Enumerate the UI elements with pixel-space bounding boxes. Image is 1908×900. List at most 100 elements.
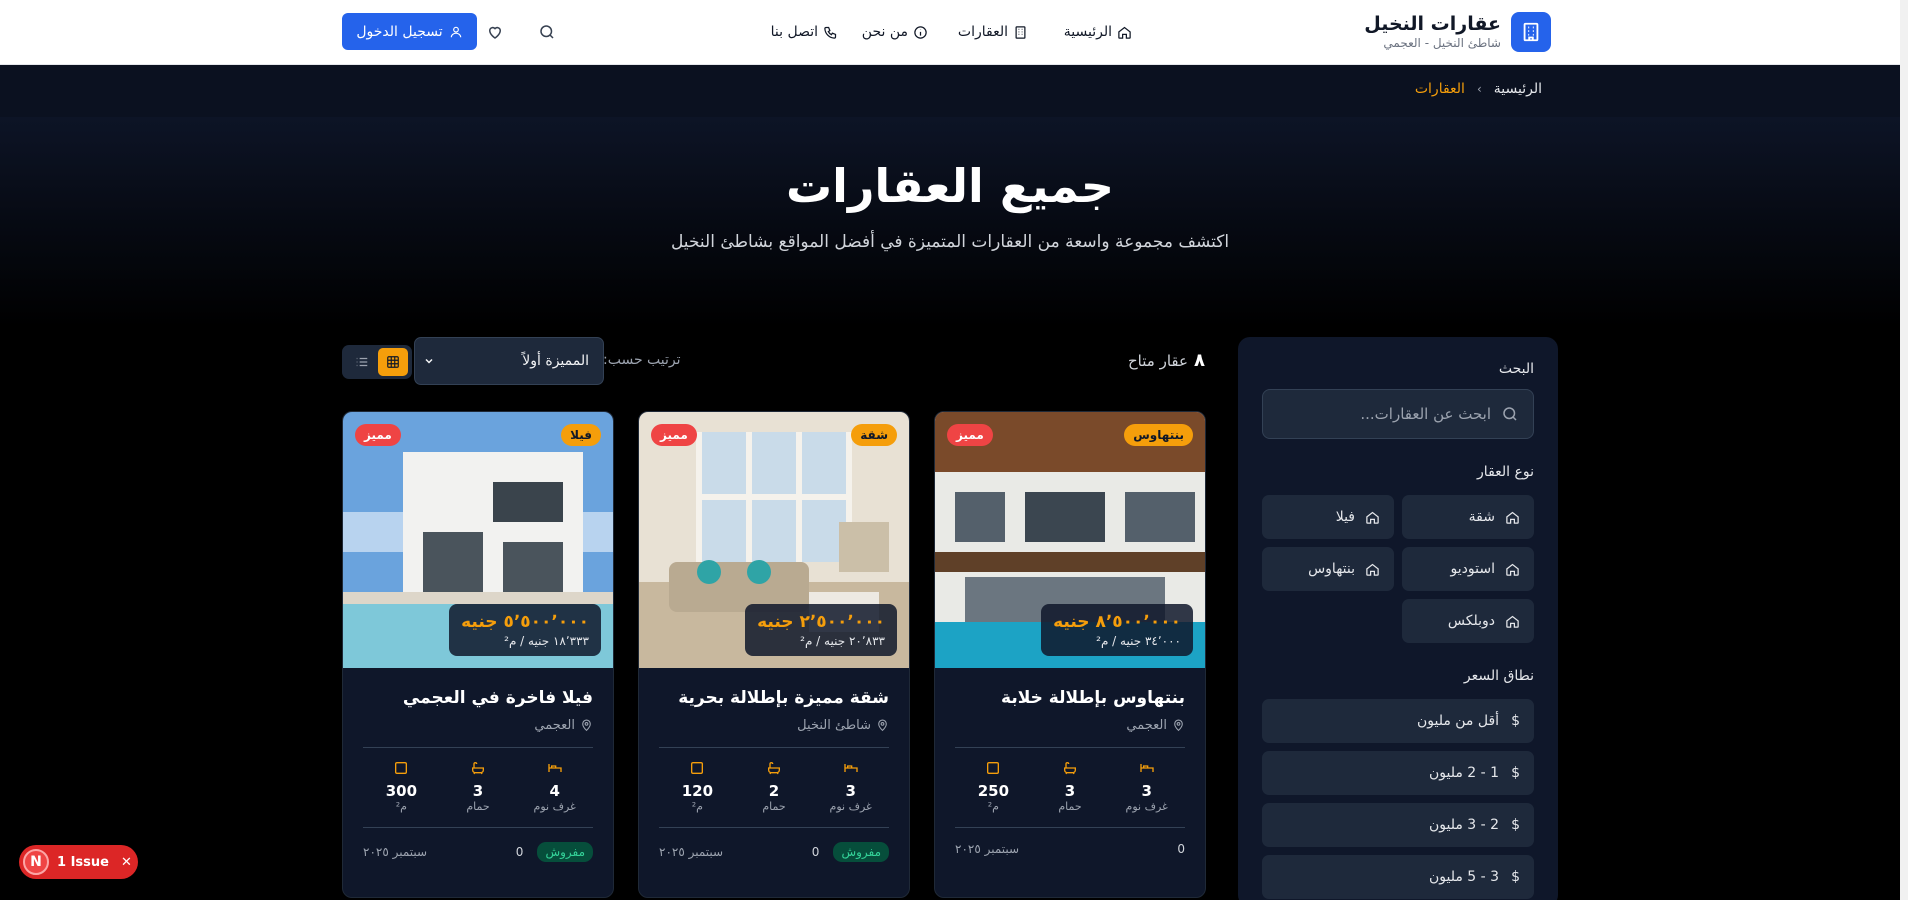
property-card[interactable]: شقة مميز ٢٬٥٠٠٬٠٠٠ جنيه ٢٠٬٨٣٣ جنيه / م²… xyxy=(638,411,910,898)
bathrooms-value: 3 xyxy=(1064,782,1076,800)
featured-badge: مميز xyxy=(355,424,401,446)
views-count: 0 xyxy=(1177,842,1185,856)
property-title[interactable]: بنتهاوس بإطلالة خلابة xyxy=(955,688,1185,708)
issue-logo: N xyxy=(23,849,49,875)
views-count: 0 xyxy=(515,845,524,859)
building-icon xyxy=(1511,12,1551,52)
type-apartment[interactable]: شقة xyxy=(1402,495,1534,539)
price-1-2m[interactable]: $ 1 - 2 مليون xyxy=(1262,751,1534,795)
type-duplex[interactable]: دوبلكس xyxy=(1402,599,1534,643)
card-footer: 0 سبتمبر ٢٠٢٥ xyxy=(955,827,1185,856)
user-icon xyxy=(450,26,461,37)
property-stats: 3 غرف نوم 3 حمام 250 م² xyxy=(955,760,1185,813)
property-card[interactable]: فيلا مميز ٥٬٥٠٠٬٠٠٠ جنيه ١٨٬٣٣٣ جنيه / م… xyxy=(342,411,614,898)
list-icon xyxy=(356,357,367,367)
sort-select[interactable]: المميزة أولاً xyxy=(414,337,604,385)
results-count: ٨ عقار متاح xyxy=(1128,350,1205,371)
home-icon xyxy=(1506,615,1519,628)
close-icon[interactable]: ✕ xyxy=(121,855,132,870)
bedrooms-label: غرف نوم xyxy=(1125,800,1168,813)
bedrooms-value: 4 xyxy=(549,782,560,800)
building-icon xyxy=(1015,25,1026,39)
property-card[interactable]: بنتهاوس مميز ٨٬٥٠٠٬٠٠٠ جنيه ٣٤٬٠٠٠ جنيه … xyxy=(934,411,1206,898)
breadcrumb-home[interactable]: الرئيسية xyxy=(1494,81,1542,97)
stat-bedrooms: 3 غرف نوم xyxy=(1112,760,1182,813)
type-label-text: شقة xyxy=(1468,509,1495,525)
page-subtitle: اكتشف مجموعة واسعة من العقارات المتميزة … xyxy=(670,232,1230,252)
property-title[interactable]: شقة مميزة بإطلالة بحرية xyxy=(659,688,889,708)
bedrooms-label: غرف نوم xyxy=(533,800,576,813)
nav-properties[interactable]: العقارات xyxy=(958,20,1028,44)
issue-indicator[interactable]: N 1 Issue ✕ xyxy=(19,845,138,879)
breadcrumb-bar: الرئيسية › العقارات xyxy=(0,65,1900,117)
type-label: نوع العقار xyxy=(1477,464,1534,480)
dollar-icon: $ xyxy=(1511,869,1520,885)
type-label-text: فيلا xyxy=(1335,509,1355,525)
search-input[interactable]: ابحث عن العقارات... xyxy=(1262,389,1534,439)
dollar-icon: $ xyxy=(1511,713,1520,729)
type-studio[interactable]: استوديو xyxy=(1402,547,1534,591)
map-pin-icon xyxy=(878,719,887,732)
property-image[interactable]: شقة مميز ٢٬٥٠٠٬٠٠٠ جنيه ٢٠٬٨٣٣ جنيه / م² xyxy=(639,412,909,668)
area-value: 300 xyxy=(385,782,418,800)
price-per-meter: ١٨٬٣٣٣ جنيه / م² xyxy=(504,634,589,648)
breadcrumb-current: العقارات xyxy=(1414,81,1465,97)
bathrooms-label: حمام xyxy=(1058,800,1082,813)
nav-contact[interactable]: اتصل بنا xyxy=(771,20,838,44)
page-title: جميع العقارات xyxy=(785,159,1115,213)
bedrooms-label: غرف نوم xyxy=(829,800,872,813)
bathrooms-value: 2 xyxy=(768,782,780,800)
area-label: م² xyxy=(395,800,407,813)
brand-name: عقارات النخيل xyxy=(1364,13,1501,35)
favorites-button[interactable] xyxy=(483,20,507,44)
price-per-meter: ٣٤٬٠٠٠ جنيه / م² xyxy=(1096,634,1181,648)
results-label: عقار متاح xyxy=(1128,351,1188,370)
chevron-left-icon: › xyxy=(1476,82,1482,96)
location-text: شاطئ النخيل xyxy=(797,718,871,733)
issue-label: 1 Issue xyxy=(57,854,109,870)
nav-home[interactable]: الرئيسية xyxy=(1064,20,1132,44)
map-pin-icon xyxy=(582,719,591,732)
property-image[interactable]: فيلا مميز ٥٬٥٠٠٬٠٠٠ جنيه ١٨٬٣٣٣ جنيه / م… xyxy=(343,412,613,668)
furnished-badge: مفروش xyxy=(537,842,593,862)
price-3-5m[interactable]: $ 3 - 5 مليون xyxy=(1262,855,1534,899)
bath-icon xyxy=(768,762,781,775)
furnished-badge: مفروش xyxy=(833,842,889,862)
property-location: العجمي xyxy=(955,718,1185,733)
dollar-icon: $ xyxy=(1511,765,1520,781)
bathrooms-label: حمام xyxy=(466,800,490,813)
nav-about[interactable]: من نحن xyxy=(862,20,928,44)
nav-properties-label: العقارات xyxy=(957,24,1008,40)
list-view-button[interactable] xyxy=(347,348,377,376)
filters-sidebar: البحث ابحث عن العقارات... نوع العقار شقة… xyxy=(1238,337,1558,900)
phone-icon xyxy=(824,26,837,39)
search-button[interactable] xyxy=(535,20,559,44)
grid-view-button[interactable] xyxy=(377,348,408,376)
dollar-icon: $ xyxy=(1511,817,1520,833)
bedrooms-value: 3 xyxy=(845,782,856,800)
stat-area: 120 م² xyxy=(662,760,732,813)
price-2-3m[interactable]: $ 2 - 3 مليون xyxy=(1262,803,1534,847)
brand[interactable]: عقارات النخيل شاطئ النخيل - العجمي xyxy=(1364,12,1551,52)
chevron-down-icon xyxy=(425,358,433,364)
card-footer: مفروش 0 سبتمبر ٢٠٢٥ xyxy=(659,827,889,862)
price-label-text: 1 - 2 مليون xyxy=(1428,765,1500,781)
type-penthouse[interactable]: بنتهاوس xyxy=(1262,547,1394,591)
page-scrollbar[interactable] xyxy=(1900,0,1908,900)
property-title[interactable]: فيلا فاخرة في العجمي xyxy=(363,688,593,708)
price-box: ٥٬٥٠٠٬٠٠٠ جنيه ١٨٬٣٣٣ جنيه / م² xyxy=(449,604,601,656)
price-under-1m[interactable]: $ أقل من مليون xyxy=(1262,699,1534,743)
sort-value: المميزة أولاً xyxy=(522,353,589,369)
type-badge: شقة xyxy=(851,424,897,446)
login-button[interactable]: تسجيل الدخول xyxy=(342,13,477,50)
type-villa[interactable]: فيلا xyxy=(1262,495,1394,539)
property-stats: 3 غرف نوم 2 حمام 120 م² xyxy=(659,760,889,813)
price-label-text: 3 - 5 مليون xyxy=(1428,869,1500,885)
stat-bathrooms: 3 حمام xyxy=(443,760,513,813)
bed-icon xyxy=(1140,764,1154,772)
price-label-text: 2 - 3 مليون xyxy=(1428,817,1500,833)
type-label-text: استوديو xyxy=(1450,561,1495,577)
property-image[interactable]: بنتهاوس مميز ٨٬٥٠٠٬٠٠٠ جنيه ٣٤٬٠٠٠ جنيه … xyxy=(935,412,1205,668)
price-box: ٢٬٥٠٠٬٠٠٠ جنيه ٢٠٬٨٣٣ جنيه / م² xyxy=(745,604,897,656)
home-icon xyxy=(1366,563,1379,576)
